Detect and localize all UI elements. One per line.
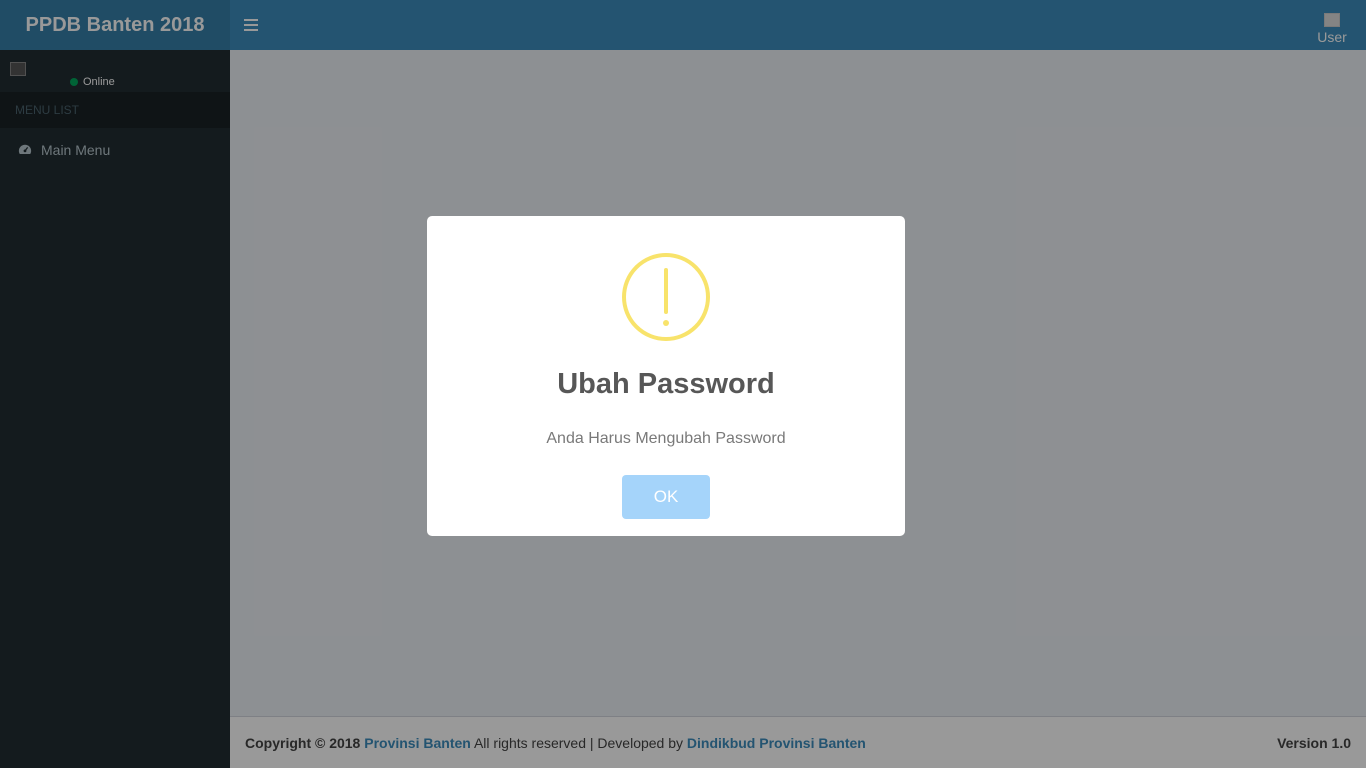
ok-button[interactable]: OK	[622, 475, 710, 519]
dialog-message: Anda Harus Mengubah Password	[546, 430, 786, 447]
warning-icon	[622, 253, 710, 341]
modal-overlay[interactable]: Ubah Password Anda Harus Mengubah Passwo…	[0, 0, 1366, 768]
alert-dialog: Ubah Password Anda Harus Mengubah Passwo…	[427, 216, 905, 536]
dialog-title: Ubah Password	[557, 368, 775, 400]
